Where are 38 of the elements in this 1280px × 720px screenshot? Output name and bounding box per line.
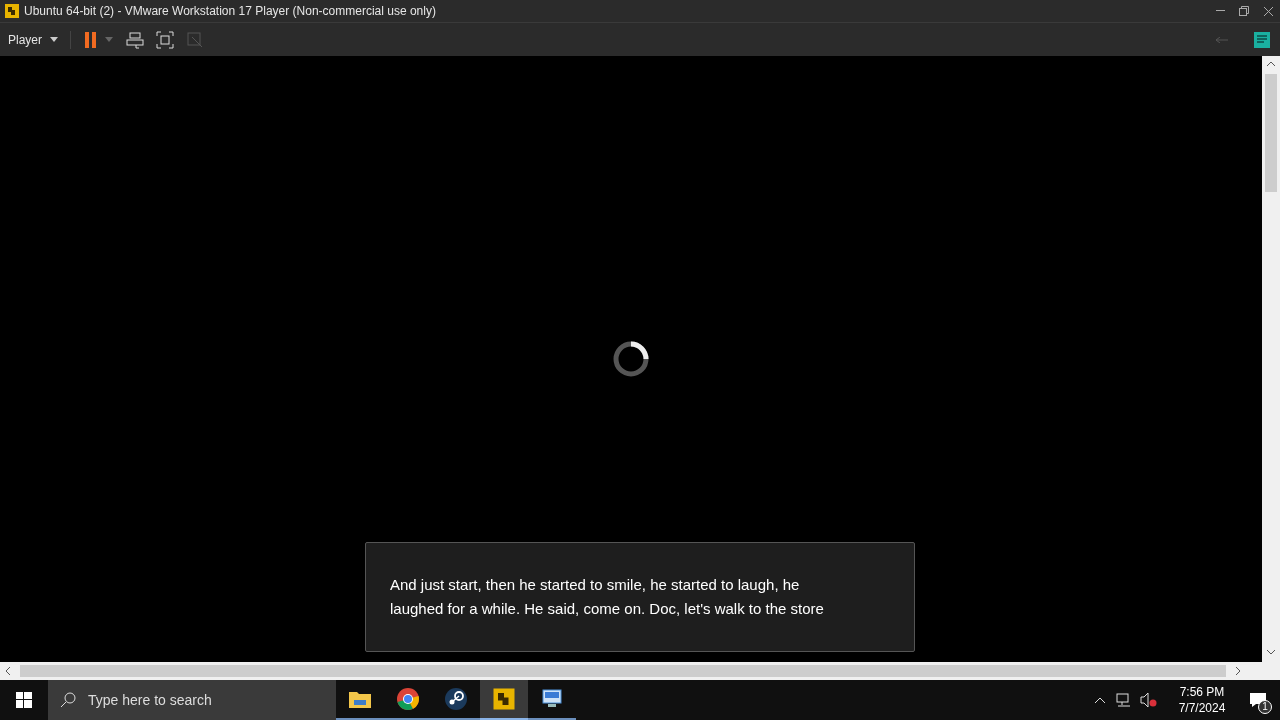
- speaker-muted-icon[interactable]: [1140, 692, 1158, 708]
- devices-icon: [126, 30, 144, 49]
- search-icon: [60, 692, 76, 708]
- notifications-button[interactable]: 1: [1236, 680, 1280, 720]
- notes-icon: [1253, 30, 1271, 49]
- caption-text: And just start, then he started to smile, he started to laugh, he: [390, 575, 801, 595]
- caption-text: laughed for a while. He said, come on. Doc, let's walk to the store: [390, 599, 825, 619]
- browser-icon: [396, 687, 420, 711]
- window-icon: [187, 31, 203, 48]
- notification-badge: 1: [1258, 700, 1272, 714]
- taskbar-app[interactable]: [480, 680, 528, 720]
- send-keys-button[interactable]: [125, 29, 145, 50]
- steam-icon: [444, 687, 468, 711]
- restore-icon: [1239, 6, 1249, 16]
- chevron-up-icon[interactable]: [1094, 696, 1106, 704]
- vm-screen[interactable]: And just start, then he started to smile, he started to laugh, he laughed for a while. He said, come on. Doc, let's walk to the store: [0, 56, 1262, 662]
- caret-icon: [50, 37, 58, 42]
- vmware-icon: [492, 687, 516, 711]
- scrollbar-thumb[interactable]: [1265, 74, 1277, 192]
- search-field[interactable]: Type here to search: [48, 680, 336, 720]
- player-menu[interactable]: Player: [8, 30, 58, 49]
- folder-icon: [348, 689, 372, 709]
- loading-spinner: [611, 339, 651, 379]
- minimize-icon: [1215, 10, 1225, 12]
- network-icon[interactable]: [1116, 692, 1132, 708]
- window-title: Ubuntu 64-bit (2) - VMware Workstation 17 Player (Non-commercial use only): [24, 3, 436, 20]
- pause-icon: [85, 31, 97, 48]
- vmware-icon: [4, 3, 20, 19]
- message-log-button[interactable]: [1252, 29, 1272, 50]
- fullscreen-icon: [156, 30, 174, 49]
- pause-button[interactable]: [83, 30, 99, 49]
- caret-icon[interactable]: [105, 37, 113, 42]
- clock-time[interactable]: 7:56 PM: [1179, 684, 1225, 700]
- scrollbar-thumb[interactable]: [20, 665, 1226, 677]
- close-icon: [1263, 6, 1273, 16]
- clock-date[interactable]: 7/7/2024: [1178, 700, 1226, 716]
- windows-icon: [16, 692, 32, 708]
- fullscreen-button[interactable]: [155, 29, 175, 50]
